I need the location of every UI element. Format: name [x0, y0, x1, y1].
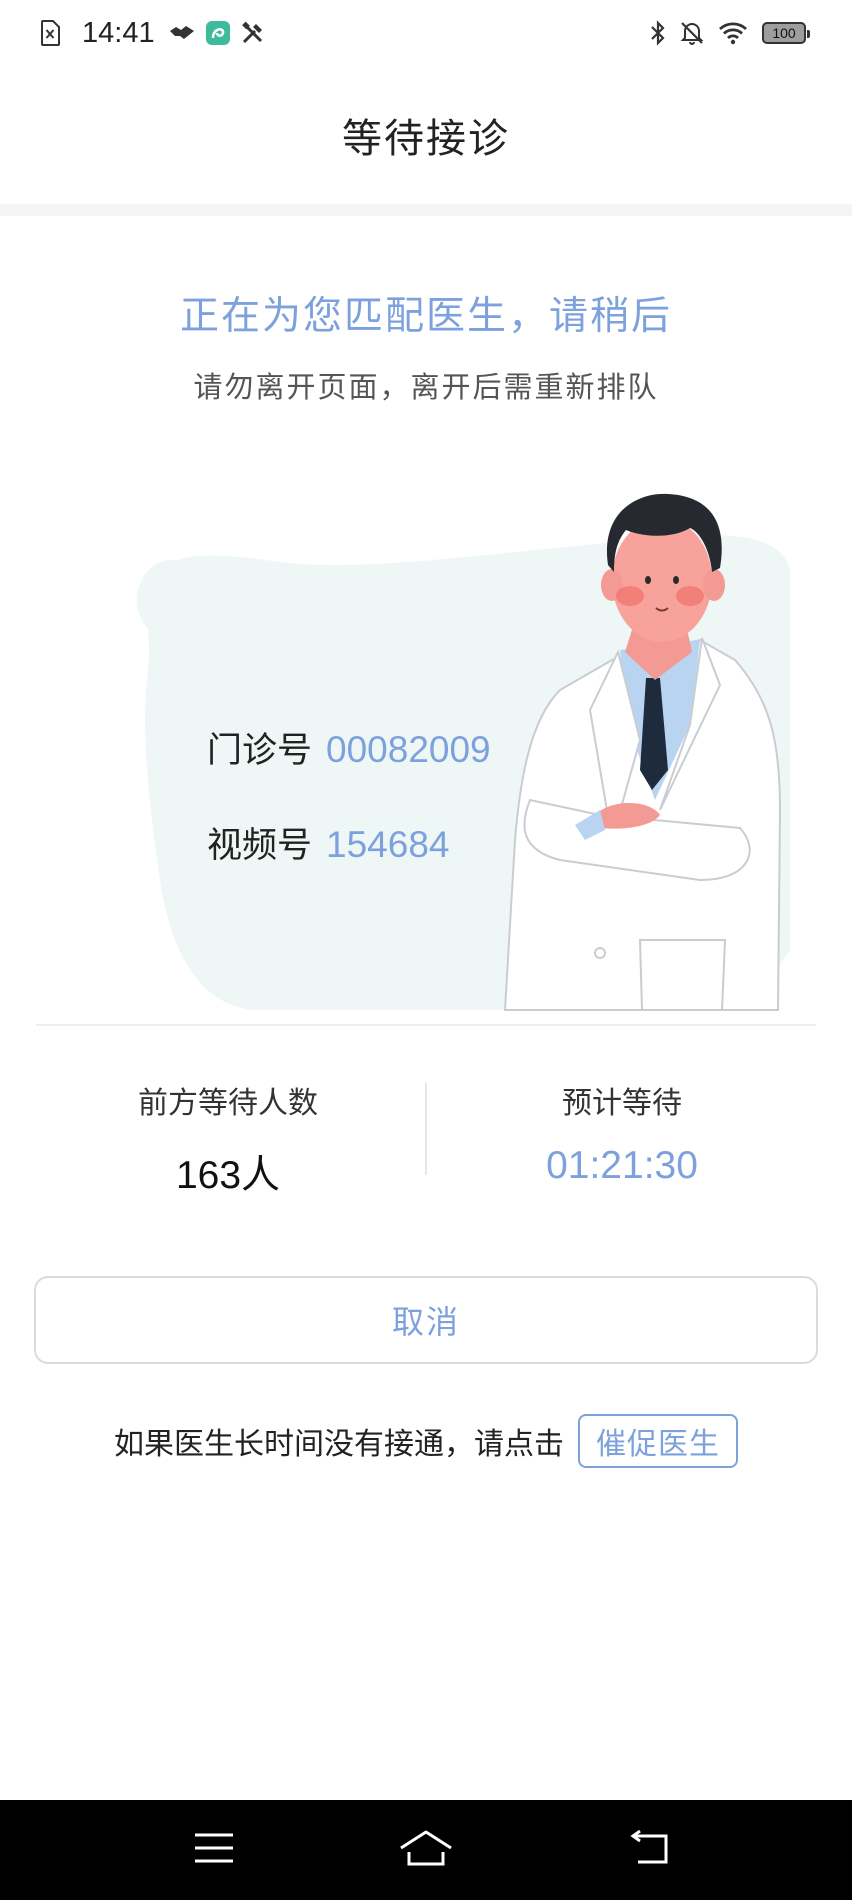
- status-bar: 14:41 100: [0, 0, 852, 66]
- status-time: 14:41: [82, 16, 155, 49]
- title-bar: 等待接诊: [0, 66, 852, 204]
- matching-headline: 正在为您匹配医生，请稍后: [179, 294, 672, 339]
- bluetooth-icon: [650, 20, 666, 46]
- status-bar-right: 100: [636, 14, 810, 52]
- doctor-ear-right: [703, 569, 725, 601]
- home-icon: [398, 1828, 454, 1872]
- clinic-number-value: 00082009: [326, 729, 491, 770]
- silent-bell-icon: [680, 20, 704, 46]
- back-icon: [628, 1829, 672, 1870]
- urge-prompt-text: 如果医生长时间没有接通，请点击: [114, 1427, 564, 1462]
- header-divider: [0, 204, 852, 216]
- battery-icon: 100: [762, 22, 810, 44]
- blob-dot: [137, 560, 207, 640]
- doctor-cheek-left: [616, 586, 644, 606]
- estimated-wait-label: 预计等待: [562, 1086, 682, 1121]
- queue-count-stat: 前方等待人数 163人: [78, 1078, 378, 1200]
- handshake-icon: [169, 23, 195, 43]
- back-button[interactable]: [620, 1822, 680, 1878]
- matching-subline: 请勿离开页面，离开后需重新排队: [193, 370, 659, 404]
- clinic-number-label: 门诊号: [207, 731, 313, 771]
- doctor-eye-left: [645, 576, 651, 584]
- app-icon: [205, 20, 231, 46]
- coat-pocket: [638, 939, 727, 1011]
- doctor-face: [612, 518, 712, 642]
- status-bar-left: 14:41: [40, 14, 275, 52]
- video-number-label: 视频号: [207, 826, 313, 866]
- queue-count-value: 163人: [175, 1154, 281, 1197]
- clinic-number-row: 门诊号 00082009: [207, 722, 491, 773]
- sim-card-icon: [40, 20, 60, 46]
- queue-count-label: 前方等待人数: [138, 1086, 318, 1121]
- system-nav-bar: [0, 1800, 852, 1900]
- menu-button[interactable]: [184, 1822, 244, 1878]
- doctor-cheek-right: [676, 586, 704, 606]
- wifi-icon: [718, 21, 748, 45]
- urge-doctor-row: 如果医生长时间没有接通，请点击 催促医生: [0, 1412, 852, 1470]
- menu-icon: [193, 1831, 235, 1869]
- doctor-eye-right: [673, 576, 679, 584]
- video-number-row: 视频号 154684: [207, 817, 449, 868]
- video-number-value: 154684: [326, 824, 450, 865]
- urge-doctor-button[interactable]: 催促医生: [578, 1414, 738, 1468]
- tools-icon: [241, 21, 265, 45]
- cancel-button[interactable]: 取消: [34, 1276, 818, 1364]
- home-button[interactable]: [396, 1822, 456, 1878]
- battery-level: 100: [762, 22, 810, 44]
- estimated-wait-value: 01:21:30: [546, 1144, 698, 1187]
- page-title: 等待接诊: [342, 116, 510, 162]
- estimated-wait-stat: 预计等待 01:21:30: [472, 1078, 772, 1188]
- stats-divider: [425, 1083, 427, 1175]
- section-divider: [36, 1024, 816, 1026]
